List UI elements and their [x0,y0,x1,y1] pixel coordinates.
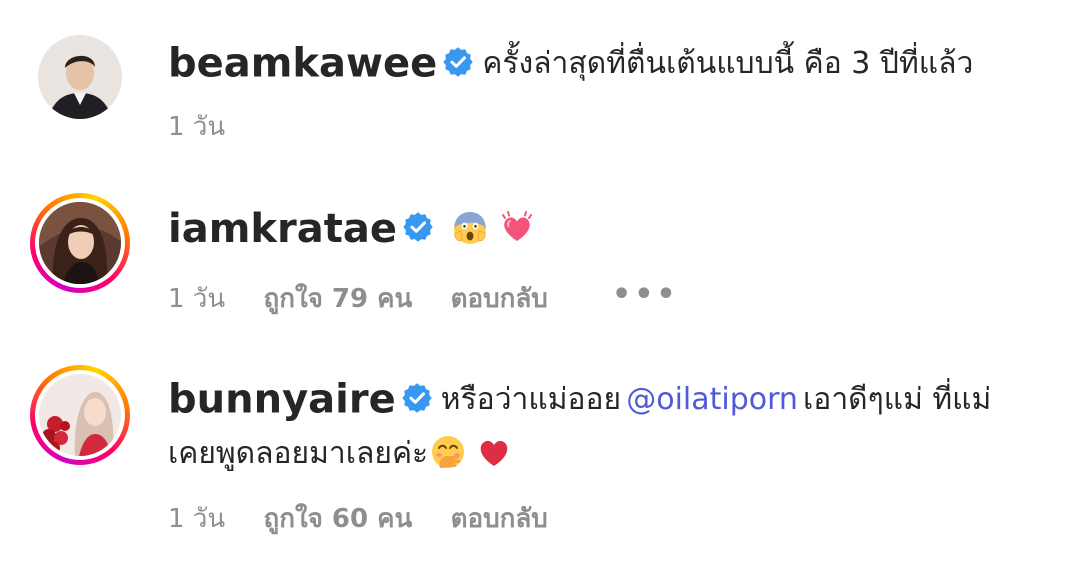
comment-text: เคยพูดลอยมาเลยค่ะ [168,436,429,471]
comment-line: bunnyaire หรือว่าแม่ออย @oilatiporn เอาด… [168,376,1049,423]
comment-text: เอาดีๆแม่ ที่แม่ [803,382,992,417]
comment-line: เคยพูดลอยมาเลยค่ะ [168,430,1049,477]
comment-time: 1 วัน [168,284,226,314]
avatar-image [39,374,121,456]
likes-count-link[interactable]: ถูกใจ 60 คน [263,498,412,539]
beating-heart-emoji [499,209,535,245]
comment-item: beamkawee ครั้งล่าสุดที่ตื่นเต้นแบบนี้ ค… [0,0,1079,150]
username[interactable]: iamkratae [168,206,397,252]
verified-badge-icon [402,382,432,413]
mention-link[interactable]: @oilatiporn [626,382,798,417]
comment-text: ครั้งล่าสุดที่ตื่นเต้นแบบนี้ คือ 3 ปีที่… [482,46,974,81]
more-options-icon[interactable]: ••• [612,277,679,312]
comment-time: 1 วัน [168,112,226,142]
username[interactable]: beamkawee [168,41,437,87]
verified-badge-icon [403,212,433,242]
reply-button[interactable]: ตอบกลับ [451,498,548,539]
reply-button[interactable]: ตอบกลับ [451,278,548,319]
verified-badge-icon [443,46,473,77]
comment-text: หรือว่าแม่ออย [440,382,622,417]
avatar-story-ring[interactable] [30,365,130,465]
avatar-image [39,202,121,284]
avatar-story-ring[interactable] [30,193,130,293]
likes-count-link[interactable]: ถูกใจ 79 คน [263,278,412,319]
face-with-hand-over-mouth-emoji [430,434,466,470]
comment-item: iamkratae 1 วัน ถูกใจ 79 คน ตอบกลับ ••• [0,178,1079,328]
face-screaming-in-fear-emoji [452,209,488,245]
comment-item: bunnyaire หรือว่าแม่ออย @oilatiporn เอาด… [0,360,1079,560]
username[interactable]: bunnyaire [168,377,396,423]
avatar-image [38,35,122,119]
comment-meta: 1 วัน ถูกใจ 60 คน ตอบกลับ [168,498,548,539]
red-heart-emoji [476,434,512,470]
comment-time: 1 วัน [168,504,226,534]
comment-line: beamkawee ครั้งล่าสุดที่ตื่นเต้นแบบนี้ ค… [168,40,1049,87]
avatar[interactable] [30,27,130,127]
comment-line: iamkratae [168,206,1049,252]
comment-meta: 1 วัน [168,106,225,147]
comment-meta: 1 วัน ถูกใจ 79 คน ตอบกลับ ••• [168,277,679,319]
